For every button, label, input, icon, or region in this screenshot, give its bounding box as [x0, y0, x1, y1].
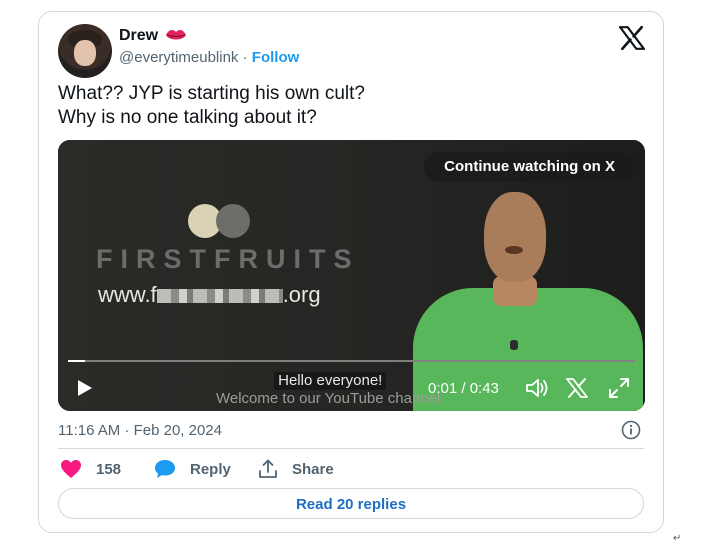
like-button[interactable]: 158: [60, 458, 121, 480]
divider: [58, 448, 644, 449]
play-icon[interactable]: [74, 378, 94, 398]
video-player[interactable]: FIRSTFRUITS www.f .org Continue watching …: [58, 140, 645, 411]
lips-emoji-icon: [166, 30, 186, 40]
tweet-text-line-1: What?? JYP is starting his own cult?: [58, 83, 365, 104]
video-progress-bar[interactable]: [68, 360, 635, 362]
brand-text: FIRSTFRUITS: [96, 244, 360, 274]
lapel-mic: [510, 340, 518, 350]
url-prefix: www.f: [98, 282, 157, 307]
video-caption: Hello everyone! Welcome to our YouTube c…: [216, 372, 445, 408]
video-progress-fill: [68, 360, 85, 362]
share-button[interactable]: Share: [258, 458, 334, 480]
logo-circle-dark: [216, 204, 250, 238]
video-timecode: 0:01 / 0:43: [428, 380, 499, 397]
tweet-text: What?? JYP is starting his own cult? Why…: [58, 82, 365, 130]
speaker-head: [484, 192, 546, 282]
caption-line-1: Hello everyone!: [274, 372, 387, 390]
reply-button[interactable]: Reply: [154, 458, 231, 480]
x-small-icon[interactable]: [566, 378, 588, 398]
author-name[interactable]: Drew: [119, 27, 158, 45]
reply-label: Reply: [190, 460, 231, 478]
caption-line-2: Welcome to our YouTube channel.: [216, 390, 445, 407]
url-suffix: .org: [282, 282, 321, 307]
like-count: 158: [96, 460, 122, 478]
avatar[interactable]: [58, 24, 112, 78]
tweet-card: Drew @everytimeublink · Follow What?? JY…: [38, 11, 664, 533]
reply-bubble-icon: [155, 460, 175, 478]
share-icon: [259, 459, 277, 478]
share-label: Share: [292, 460, 334, 478]
separator-dot: ·: [242, 49, 248, 66]
continue-watching-button[interactable]: Continue watching on X: [424, 152, 635, 182]
speaker-mouth: [505, 246, 523, 254]
heart-icon: [61, 460, 81, 478]
follow-link[interactable]: Follow: [252, 49, 300, 66]
document-return-mark: ↵: [673, 533, 682, 544]
read-replies-button[interactable]: Read 20 replies: [58, 488, 644, 519]
x-logo-icon[interactable]: [619, 26, 645, 50]
author-handle[interactable]: @everytimeublink: [119, 49, 238, 66]
tweet-text-line-2: Why is no one talking about it?: [58, 107, 317, 128]
volume-icon[interactable]: [525, 377, 549, 399]
video-url-text: www.f .org: [98, 282, 321, 308]
url-censor-blur: [156, 289, 283, 304]
handle-row: @everytimeublink · Follow: [119, 49, 299, 66]
info-icon[interactable]: [621, 420, 641, 440]
expand-icon[interactable]: [608, 377, 630, 399]
tweet-timestamp[interactable]: 11:16 AM · Feb 20, 2024: [58, 422, 222, 439]
avatar-face: [74, 40, 96, 66]
